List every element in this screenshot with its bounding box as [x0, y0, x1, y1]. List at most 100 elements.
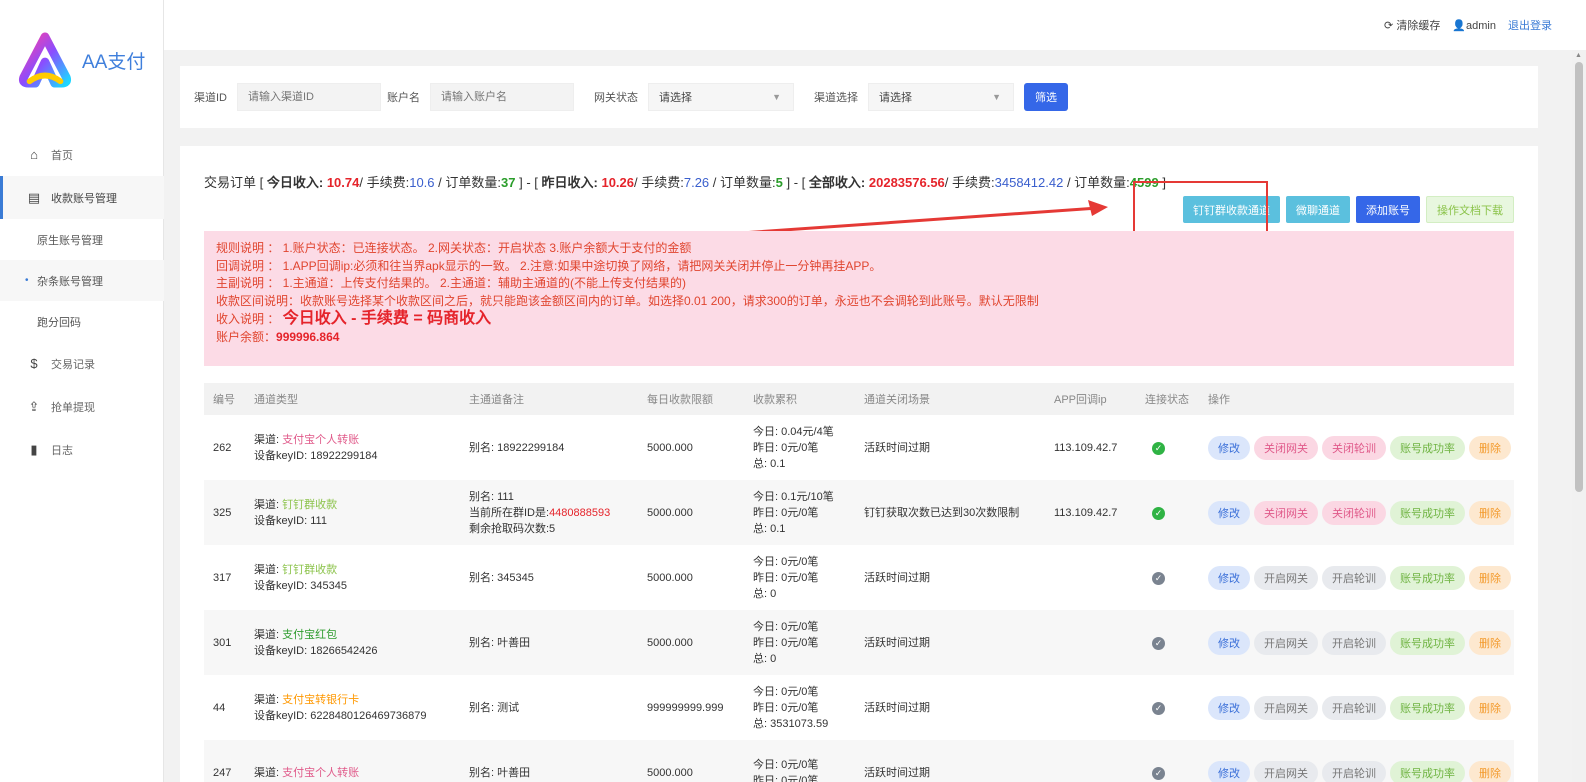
- channel-name: 支付宝个人转账: [282, 766, 360, 779]
- app-logo[interactable]: AA支付: [16, 30, 156, 90]
- poll-toggle-button[interactable]: 关闭轮训: [1322, 435, 1386, 460]
- sidebar-item-withdraw[interactable]: ⇪ 抢单提现: [0, 385, 164, 428]
- edit-button[interactable]: 修改: [1208, 565, 1250, 590]
- edit-button[interactable]: 修改: [1208, 695, 1250, 720]
- gateway-status-select[interactable]: 请选择 ▼: [648, 83, 794, 111]
- cell-accumulated: 今日: 0元/0笔 昨日: 0元/0笔 总: 0: [744, 545, 855, 610]
- account-input[interactable]: [430, 83, 574, 111]
- table-row: 44 渠道: 支付宝转银行卡 设备keyID: 6228480126469736…: [204, 675, 1514, 740]
- fee-label: / 手续费:: [359, 175, 410, 190]
- sidebar-item-logs[interactable]: ▮ 日志: [0, 428, 164, 471]
- scroll-up-icon[interactable]: ▲: [1575, 52, 1582, 59]
- stats-sep: ] - [: [786, 175, 806, 190]
- app-name: AA支付: [82, 51, 146, 73]
- edit-button[interactable]: 修改: [1208, 760, 1250, 782]
- channel-id-input[interactable]: [237, 83, 381, 111]
- page-scrollbar[interactable]: ▲: [1572, 50, 1586, 782]
- username: admin: [1466, 19, 1496, 32]
- cell-ip: [1045, 675, 1136, 740]
- acc-yesterday: 昨日: 0元/0笔: [753, 701, 819, 714]
- sidebar-item-label: 日志: [51, 444, 73, 457]
- info-callback: 回调说明 ： 1.APP回调ip:必须和往当界apk显示的一致。 2.注意:如果…: [216, 258, 882, 273]
- sidebar-subitem-other[interactable]: • 杂条账号管理: [0, 260, 164, 301]
- add-account-button[interactable]: 添加账号: [1356, 196, 1420, 223]
- delete-button[interactable]: 删除: [1469, 760, 1511, 782]
- user-menu[interactable]: 👤admin: [1452, 19, 1496, 32]
- success-rate-button[interactable]: 账号成功率: [1390, 630, 1465, 655]
- success-rate-button[interactable]: 账号成功率: [1390, 565, 1465, 590]
- cell-accumulated: 今日: 0.1元/10笔 昨日: 0元/0笔 总: 0.1: [744, 480, 855, 545]
- cell-status: ✓: [1136, 480, 1199, 545]
- sidebar-item-label: 抢单提现: [51, 401, 95, 414]
- doc-download-button[interactable]: 操作文档下载: [1426, 196, 1514, 223]
- sidebar-item-trades[interactable]: $ 交易记录: [0, 342, 164, 385]
- sidebar-subitem-score[interactable]: 跑分回码: [0, 301, 164, 342]
- poll-toggle-button[interactable]: 开启轮训: [1322, 565, 1386, 590]
- cell-accumulated: 今日: 0元/0笔 昨日: 0元/0笔: [744, 740, 855, 782]
- delete-button[interactable]: 删除: [1469, 435, 1511, 460]
- brand-logo-icon: [18, 32, 72, 88]
- delete-button[interactable]: 删除: [1469, 500, 1511, 525]
- cell-status: ✓: [1136, 545, 1199, 610]
- cell-limit: 5000.000: [638, 740, 744, 782]
- balance-value: 999996.864: [276, 329, 340, 344]
- acc-total: 总: 0.1: [753, 457, 786, 470]
- poll-toggle-button[interactable]: 关闭轮训: [1322, 500, 1386, 525]
- filter-button[interactable]: 筛选: [1024, 83, 1068, 111]
- cell-channel: 渠道: 支付宝转银行卡 设备keyID: 6228480126469736879: [245, 675, 460, 740]
- poll-toggle-button[interactable]: 开启轮训: [1322, 630, 1386, 655]
- delete-button[interactable]: 删除: [1469, 565, 1511, 590]
- sidebar-item-account-mgmt[interactable]: ▤ 收款账号管理: [0, 176, 164, 219]
- poll-toggle-button[interactable]: 开启轮训: [1322, 760, 1386, 782]
- sidebar: AA支付 ⌂ 首页 ▤ 收款账号管理 原生账号管理 • 杂条账号管理 跑分回码 …: [0, 0, 164, 782]
- edit-button[interactable]: 修改: [1208, 630, 1250, 655]
- select-value: 请选择: [879, 92, 912, 104]
- edit-button[interactable]: 修改: [1208, 435, 1250, 460]
- success-rate-button[interactable]: 账号成功率: [1390, 500, 1465, 525]
- cell-id: 325: [204, 480, 245, 545]
- cell-limit: 5000.000: [647, 441, 693, 454]
- clear-cache-link[interactable]: ⟳ 清除缓存: [1384, 17, 1440, 33]
- today-count: 37: [501, 175, 516, 190]
- success-rate-button[interactable]: 账号成功率: [1390, 695, 1465, 720]
- cell-remark: 别名: 111 当前所在群ID是:4480888593 剩余抢取码次数:5: [460, 480, 638, 545]
- success-rate-button[interactable]: 账号成功率: [1390, 435, 1465, 460]
- sidebar-item-label: 杂条账号管理: [37, 275, 103, 288]
- row-actions: 修改 关闭网关 关闭轮训 账号成功率 删除: [1208, 435, 1514, 460]
- channel-id-label: 渠道ID: [194, 92, 227, 104]
- gateway-toggle-button[interactable]: 关闭网关: [1254, 500, 1318, 525]
- cell-status: ✓: [1136, 610, 1199, 675]
- gateway-toggle-button[interactable]: 开启网关: [1254, 760, 1318, 782]
- wechat-channel-button[interactable]: 微聊通道: [1286, 196, 1350, 223]
- sidebar-item-home[interactable]: ⌂ 首页: [0, 133, 164, 176]
- channel-select[interactable]: 请选择 ▼: [868, 83, 1014, 111]
- gateway-toggle-button[interactable]: 开启网关: [1254, 695, 1318, 720]
- stats-prefix: 交易订单 [: [204, 175, 264, 190]
- logout-link[interactable]: 退出登录: [1508, 17, 1552, 33]
- edit-button[interactable]: 修改: [1208, 500, 1250, 525]
- cell-ip: 113.109.42.7: [1045, 480, 1136, 545]
- delete-button[interactable]: 删除: [1469, 695, 1511, 720]
- cell-scene: 活跃时间过期: [864, 571, 930, 584]
- fee-label: / 手续费:: [634, 175, 684, 190]
- poll-toggle-button[interactable]: 开启轮训: [1322, 695, 1386, 720]
- delete-button[interactable]: 删除: [1469, 630, 1511, 655]
- remark-group: 当前所在群ID是:4480888593: [469, 505, 638, 521]
- cell-channel: 渠道: 支付宝个人转账: [245, 740, 460, 782]
- channel-name: 支付宝红包: [282, 628, 338, 641]
- gateway-toggle-button[interactable]: 开启网关: [1254, 630, 1318, 655]
- cell-ops: 修改 开启网关 开启轮训 账号成功率 删除: [1199, 610, 1514, 675]
- channel-select-label: 渠道选择: [814, 92, 858, 104]
- sidebar-subitem-original[interactable]: 原生账号管理: [0, 219, 164, 260]
- cell-ip: [1045, 545, 1136, 610]
- cell-ops: 修改 开启网关 开启轮训 账号成功率 删除: [1199, 545, 1514, 610]
- info-rules: 规则说明 ： 1.账户状态：已连接状态。 2.网关状态：开启状态 3.账户余额大…: [216, 241, 692, 255]
- channel-label: 渠道:: [254, 628, 280, 641]
- top-bar: ⟳ 清除缓存 👤admin 退出登录: [164, 0, 1586, 50]
- gateway-toggle-button[interactable]: 关闭网关: [1254, 435, 1318, 460]
- col-header: APP回调ip: [1045, 383, 1136, 415]
- gateway-toggle-button[interactable]: 开启网关: [1254, 565, 1318, 590]
- scrollbar-thumb[interactable]: [1575, 62, 1583, 492]
- success-rate-button[interactable]: 账号成功率: [1390, 760, 1465, 782]
- check-circle-icon: ✓: [1152, 571, 1165, 585]
